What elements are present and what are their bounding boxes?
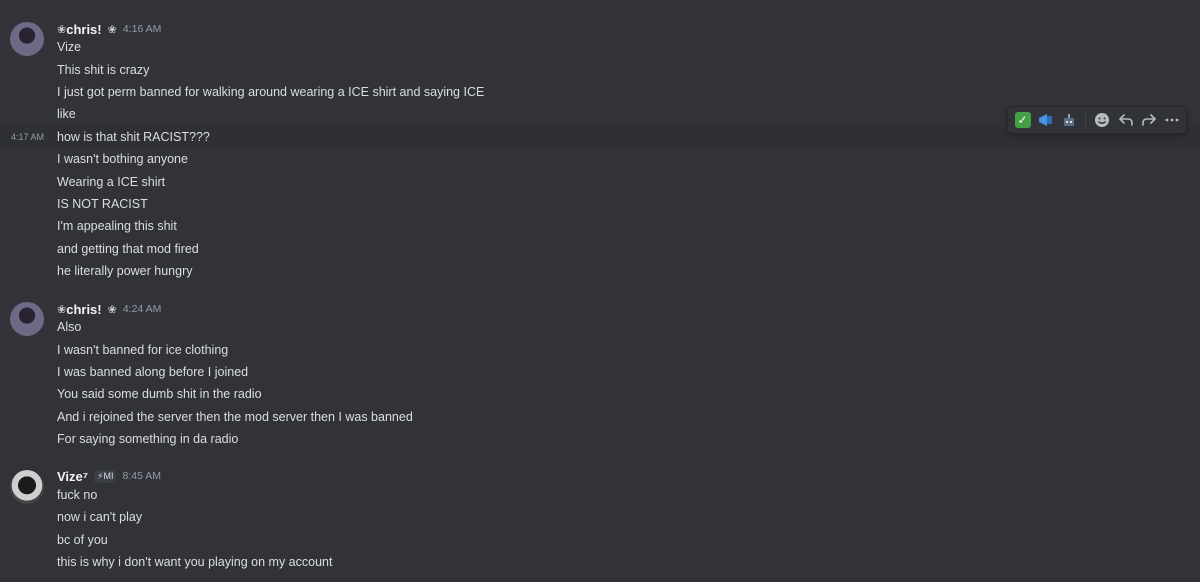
message-text: For saying something in da radio [57,432,239,446]
message-line[interactable]: I was banned along before I joined [0,361,1200,383]
message-text: and getting that mod fired [57,242,199,256]
message-text: Also [57,320,82,334]
message-line[interactable]: Vize [0,36,1200,58]
message-line[interactable]: I wasn't banned for ice clothing [0,339,1200,361]
message-text: I just got perm banned for walking aroun… [57,85,485,99]
add-reaction-icon [1095,113,1110,127]
reply-button[interactable] [1117,111,1134,129]
message-hover-toolbar: ✓ [1007,106,1187,134]
message-text: how is that shit RACIST??? [57,130,210,144]
message-line[interactable]: now i can't play [0,506,1200,528]
message-text: this is why i don't want you playing on … [57,555,333,569]
megaphone-emoji-reaction[interactable] [1037,111,1054,129]
timestamp[interactable]: 8:45 AM [122,470,161,482]
more-icon [1165,118,1178,122]
message-line[interactable]: fuck no [0,484,1200,506]
message-line[interactable]: Also [0,316,1200,338]
guild-tag-badge[interactable]: ⚡MI [94,469,117,483]
message-text: This shit is crazy [57,63,150,77]
forward-button[interactable] [1140,111,1157,129]
message-line[interactable]: bc of you [0,529,1200,551]
robot-emoji-reaction[interactable] [1060,111,1077,129]
check-icon: ✓ [1014,112,1031,128]
message-text: Vize [57,40,82,54]
more-options-button[interactable] [1163,111,1180,129]
robot-icon [1063,114,1074,126]
timestamp[interactable]: 4:24 AM [123,303,162,315]
hover-timestamp[interactable]: 4:17 AM [11,132,44,142]
message-text: I'm appealing this shit [57,219,177,233]
message-line[interactable]: This shit is crazy [0,59,1200,81]
message-header: Vize⁷ ⚡MI 8:45 AM [57,467,161,485]
message-text: I wasn't banned for ice clothing [57,343,229,357]
username-decoration: ❀ [107,303,117,316]
message-line[interactable]: I just got perm banned for walking aroun… [0,81,1200,103]
check-emoji-reaction[interactable]: ✓ [1014,111,1031,129]
username[interactable]: chris! [66,302,101,317]
message-text: now i can't play [57,510,143,524]
reply-icon [1118,114,1133,126]
toolbar-divider [1085,112,1086,128]
username-decoration: ❀ [57,303,67,316]
message-text: I wasn't bothing anyone [57,152,188,166]
message-line[interactable]: this is why i don't want you playing on … [0,551,1200,573]
forward-icon [1141,114,1156,126]
username[interactable]: chris! [66,22,101,37]
message-text: And i rejoined the server then the mod s… [57,410,413,424]
username[interactable]: Vize⁷ [57,469,88,484]
message-line[interactable]: I wasn't bothing anyone [0,148,1200,170]
message-text: IS NOT RACIST [57,197,148,211]
timestamp[interactable]: 4:16 AM [123,23,162,35]
message-line[interactable]: And i rejoined the server then the mod s… [0,406,1200,428]
message-text: bc of you [57,533,108,547]
message-line[interactable]: Wearing a ICE shirt [0,171,1200,193]
message-line[interactable]: You said some dumb shit in the radio [0,383,1200,405]
message-text: Wearing a ICE shirt [57,175,166,189]
megaphone-icon [1038,114,1052,126]
message-text: fuck no [57,488,98,502]
message-text: You said some dumb shit in the radio [57,387,262,401]
message-line[interactable]: and getting that mod fired [0,238,1200,260]
message-line[interactable]: For saying something in da radio [0,428,1200,450]
message-text: he literally power hungry [57,264,193,278]
add-reaction-button[interactable] [1094,111,1111,129]
username-decoration: ❀ [57,23,67,36]
message-line[interactable]: he literally power hungry [0,260,1200,282]
message-line[interactable]: IS NOT RACIST [0,193,1200,215]
username-decoration: ❀ [107,23,117,36]
message-text: I was banned along before I joined [57,365,249,379]
message-text: like [57,107,76,121]
message-line[interactable]: I'm appealing this shit [0,215,1200,237]
